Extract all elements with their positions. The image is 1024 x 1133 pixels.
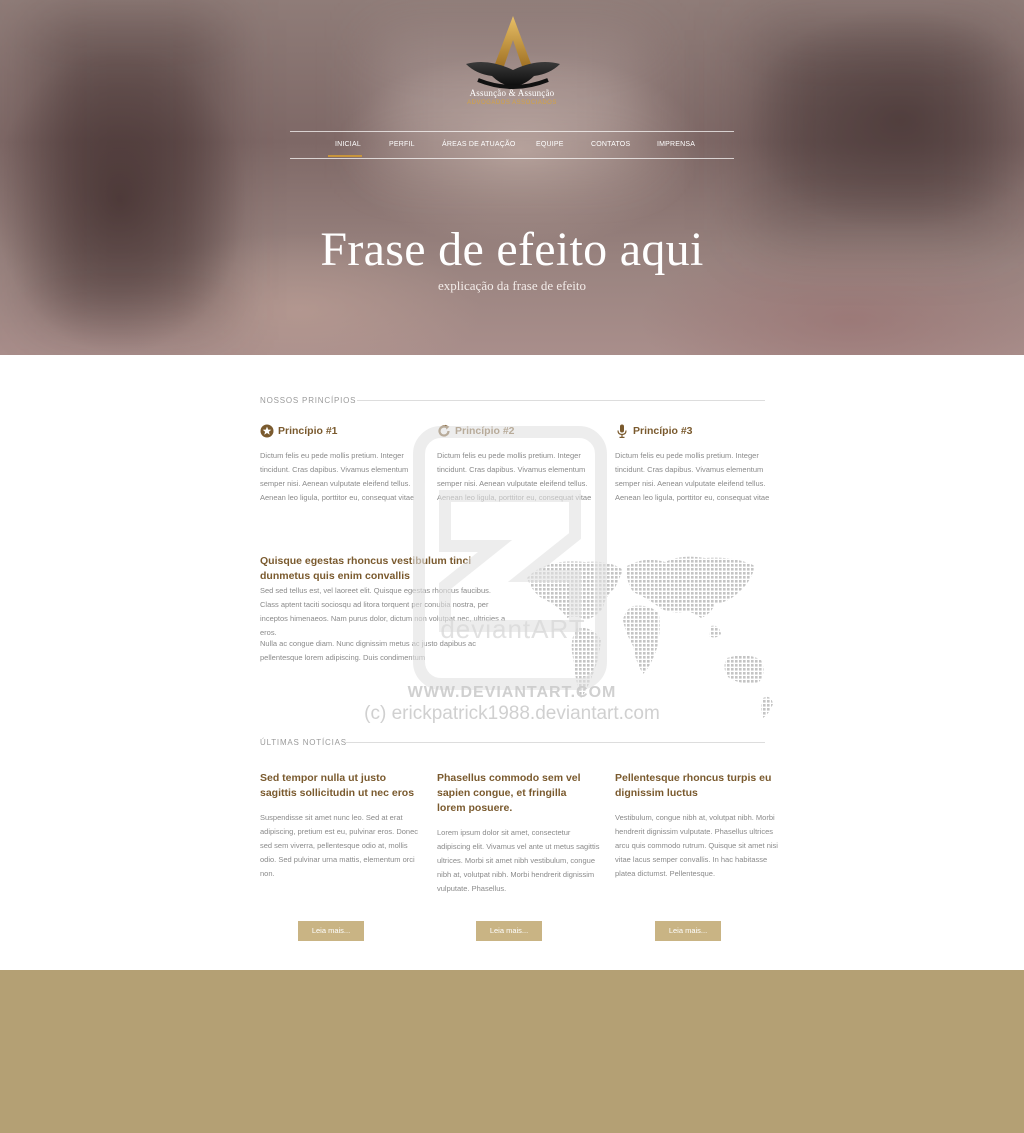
hero-banner: Assunção & Assunção ADVOGADOS ASSOCIADOS…: [0, 0, 1024, 355]
nav-item-imprensa[interactable]: IMPRENSA: [657, 141, 695, 148]
principle-3-title: Princípio #3: [633, 425, 693, 437]
news-2-read-more-button[interactable]: Leia mais...: [476, 921, 542, 941]
watermark-url: WWW.DEVIANTART.COM: [407, 684, 617, 701]
news-2-title[interactable]: Phasellus commodo sem vel sapien congue,…: [437, 771, 595, 816]
news-1-read-more-button[interactable]: Leia mais...: [298, 921, 364, 941]
principles-divider: [357, 400, 765, 401]
brand-name: Assunção & Assunção: [469, 88, 555, 98]
brand-tagline: ADVOGADOS ASSOCIADOS: [467, 100, 557, 106]
nav-item-perfil[interactable]: PERFIL: [389, 141, 415, 148]
news-3-title[interactable]: Pellentesque rhoncus turpis eu dignissim…: [615, 771, 773, 801]
news-divider: [345, 742, 765, 743]
principles-section-title: NOSSOS PRINCÍPIOS: [260, 396, 357, 405]
nav-active-indicator: [328, 155, 362, 157]
nav-item-contatos[interactable]: CONTATOS: [591, 141, 630, 148]
nav-bottom-divider: [290, 158, 734, 159]
nav-item-equipe[interactable]: EQUIPE: [536, 141, 564, 148]
hero-background-shade: [40, 20, 220, 320]
news-2-text: Lorem ipsum dolor sit amet, consectetur …: [437, 828, 600, 893]
principle-3-text: Dictum felis eu pede mollis pretium. Int…: [615, 451, 770, 502]
news-section-title: ÚLTIMAS NOTÍCIAS: [260, 738, 347, 747]
news-1-text: Suspendisse sit amet nunc leo. Sed at er…: [260, 813, 418, 878]
principle-1-title: Princípio #1: [278, 425, 338, 437]
microphone-icon: [617, 424, 627, 438]
principle-1-text: Dictum felis eu pede mollis pretium. Int…: [260, 451, 415, 502]
footer: [0, 970, 1024, 1133]
watermark-brand: deviantART: [440, 614, 586, 644]
nav-item-inicial[interactable]: INICIAL: [335, 141, 361, 148]
hero-headline: Frase de efeito aqui: [320, 223, 704, 276]
deviantart-watermark-logo: [413, 426, 607, 690]
watermark-credit: (c) erickpatrick1988.deviantart.com: [364, 703, 660, 724]
news-1-title[interactable]: Sed tempor nulla ut justo sagittis solli…: [260, 771, 418, 801]
news-3-text: Vestibulum, congue nibh at, volutpat nib…: [615, 813, 778, 878]
nav-item-areas-de-atuacao[interactable]: ÁREAS DE ATUAÇÃO: [442, 141, 515, 148]
hero-subline: explicação da frase de efeito: [438, 278, 586, 293]
news-3-read-more-button[interactable]: Leia mais...: [655, 921, 721, 941]
star-icon: [260, 424, 274, 438]
hero-background-shade: [760, 30, 1000, 230]
